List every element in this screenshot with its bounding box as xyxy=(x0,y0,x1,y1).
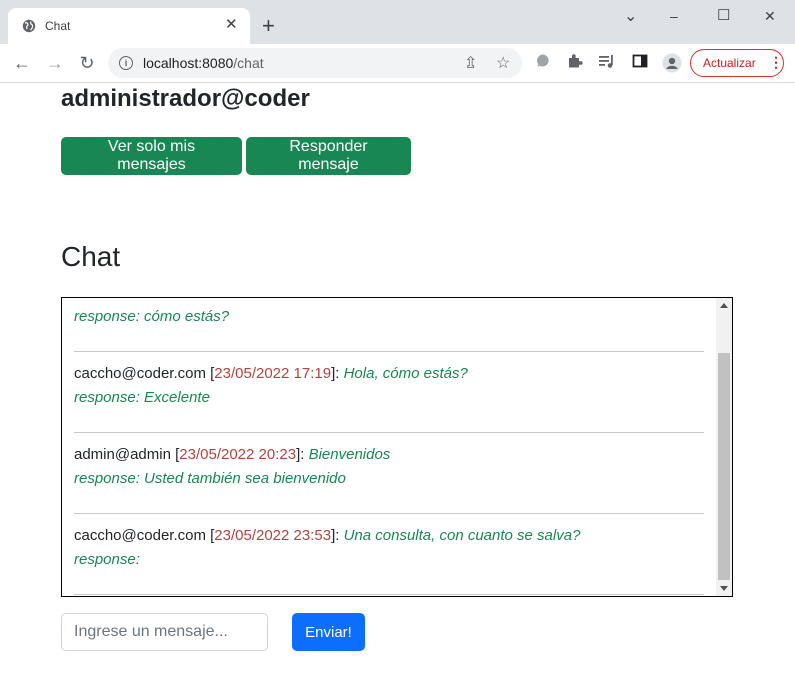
send-button[interactable]: Enviar! xyxy=(292,613,365,651)
browser-tab[interactable]: Chat ✕ xyxy=(8,8,250,44)
update-label: Actualizar xyxy=(703,56,756,70)
message-input[interactable] xyxy=(61,613,268,651)
message-list: response: cómo estás? caccho@coder.com [… xyxy=(74,298,704,595)
scrollbar-thumb[interactable] xyxy=(718,353,730,580)
profile-avatar-icon[interactable] xyxy=(662,53,682,78)
scroll-up-icon[interactable] xyxy=(720,303,728,308)
user-email-heading: administrador@coder xyxy=(61,85,310,112)
message-author: admin@admin xyxy=(74,446,171,463)
chat-messages-box[interactable]: response: cómo estás? caccho@coder.com [… xyxy=(61,297,733,597)
forward-icon[interactable]: → xyxy=(44,52,66,74)
url-text: localhost:8080/chat xyxy=(143,55,264,71)
window-close-icon[interactable]: ✕ xyxy=(764,8,776,25)
message-item: admin@admin [23/05/2022 20:23]: Bienveni… xyxy=(74,433,704,514)
globe-icon xyxy=(22,19,36,33)
message-response: response: xyxy=(74,551,140,568)
message-item: response: cómo estás? xyxy=(74,298,704,352)
message-response: response: Excelente xyxy=(74,389,210,406)
message-item: caccho@coder.com [23/05/2022 23:53]: Una… xyxy=(74,514,704,595)
browser-toolbar: ← → ↻ i localhost:8080/chat ⇫ ☆ Actualiz… xyxy=(0,44,795,83)
reload-icon[interactable]: ↻ xyxy=(76,52,98,74)
message-header: caccho@coder.com [23/05/2022 17:19]: Hol… xyxy=(74,365,468,382)
chat-title: Chat xyxy=(61,241,121,272)
extension-bubble-icon[interactable] xyxy=(535,53,551,74)
message-header: caccho@coder.com [23/05/2022 23:53]: Una… xyxy=(74,527,581,544)
site-info-icon[interactable]: i xyxy=(119,56,133,70)
share-icon[interactable]: ⇫ xyxy=(464,53,477,73)
browser-tabstrip: Chat ✕ + ⌄ – ☐ ✕ xyxy=(0,0,795,44)
message-item: caccho@coder.com [23/05/2022 17:19]: Hol… xyxy=(74,352,704,433)
scroll-down-icon[interactable] xyxy=(720,586,728,591)
message-date: 23/05/2022 17:19 xyxy=(214,365,332,382)
update-button[interactable]: Actualizar ⋮ xyxy=(690,49,784,77)
extensions-puzzle-icon[interactable] xyxy=(567,53,583,74)
minimize-icon[interactable]: – xyxy=(670,8,678,24)
chat-scrollbar[interactable] xyxy=(716,298,732,596)
tab-title: Chat xyxy=(45,19,71,33)
message-author: caccho@coder.com xyxy=(74,365,206,382)
message-date: 23/05/2022 20:23 xyxy=(179,446,297,463)
message-header xyxy=(74,298,704,305)
bookmark-star-icon[interactable]: ☆ xyxy=(496,53,510,73)
address-bar[interactable]: i localhost:8080/chat ⇫ ☆ xyxy=(108,48,522,78)
new-tab-icon[interactable]: + xyxy=(262,15,275,37)
message-header: admin@admin [23/05/2022 20:23]: Bienveni… xyxy=(74,446,391,463)
media-queue-icon[interactable] xyxy=(598,53,616,74)
message-text: Una consulta, con cuanto se salva? xyxy=(343,527,581,544)
back-icon[interactable]: ← xyxy=(11,52,33,74)
more-menu-icon: ⋮ xyxy=(769,54,783,70)
side-panel-icon[interactable] xyxy=(632,53,648,74)
tab-close-icon[interactable]: ✕ xyxy=(225,16,238,34)
message-author: caccho@coder.com xyxy=(74,527,206,544)
message-text: Hola, cómo estás? xyxy=(343,365,468,382)
maximize-icon[interactable]: ☐ xyxy=(717,6,730,24)
message-text: Bienvenidos xyxy=(308,446,391,463)
reply-message-button[interactable]: Responder mensaje xyxy=(246,137,411,175)
page-content: administrador@coder Ver solo mis mensaje… xyxy=(0,83,795,675)
view-my-messages-button[interactable]: Ver solo mis mensajes xyxy=(61,137,242,175)
tab-search-icon[interactable]: ⌄ xyxy=(624,6,637,26)
message-date: 23/05/2022 23:53 xyxy=(214,527,332,544)
message-response: response: cómo estás? xyxy=(74,308,230,325)
message-response: response: Usted también sea bienvenido xyxy=(74,470,346,487)
